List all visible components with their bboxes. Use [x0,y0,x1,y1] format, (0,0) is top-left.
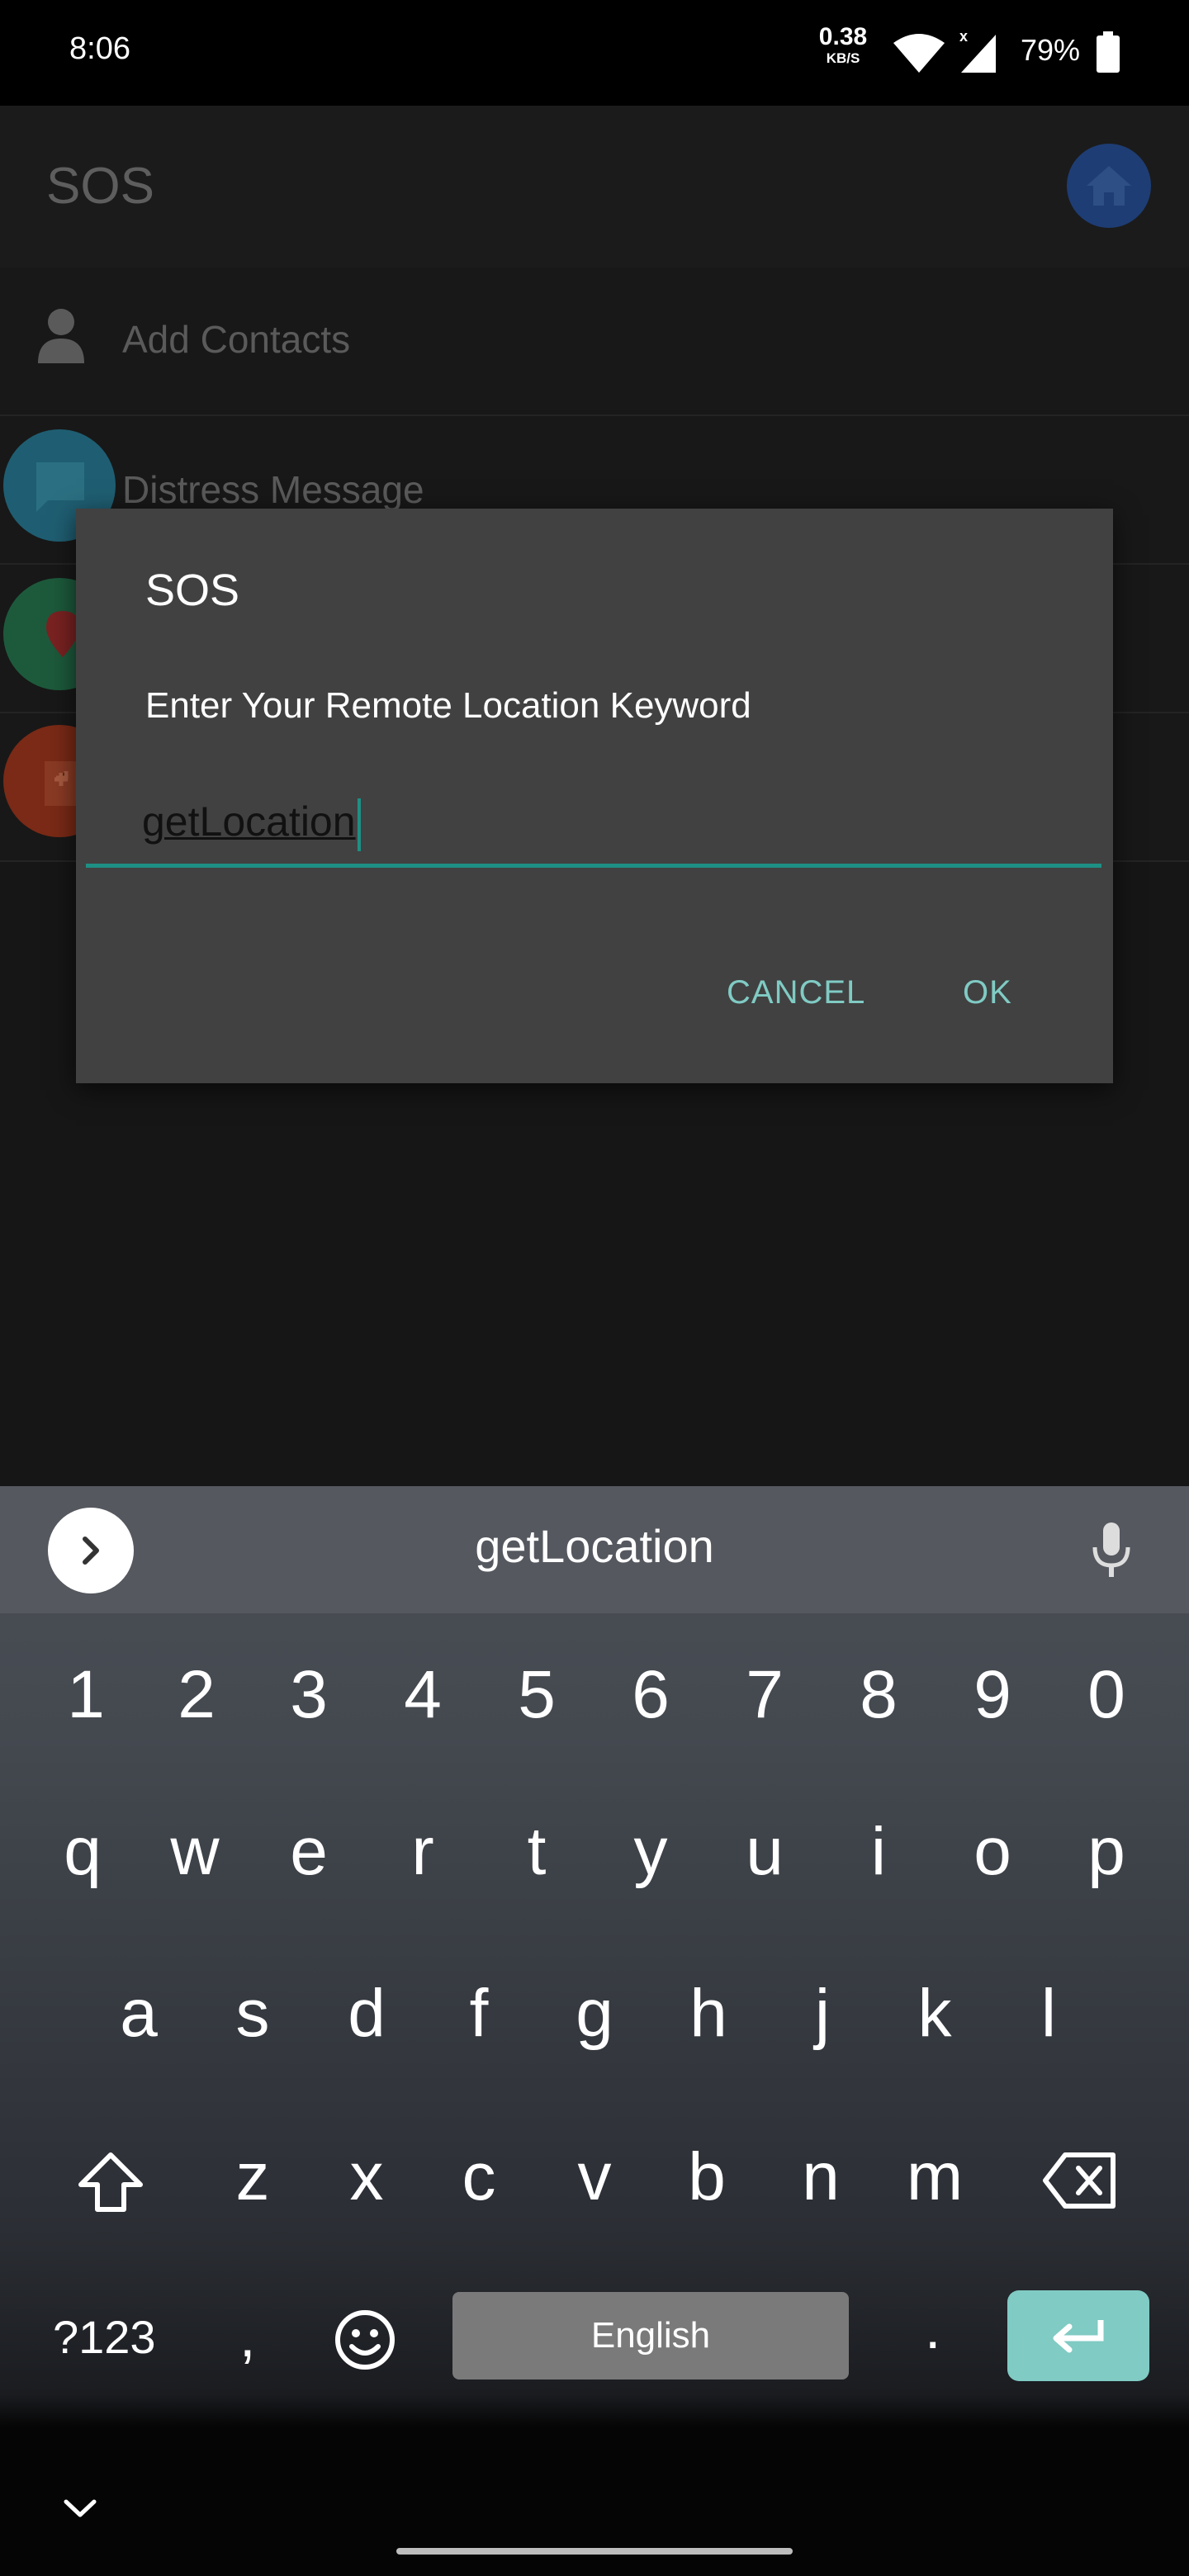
key-5[interactable]: 5 [487,1656,586,1734]
list-item-label: Distress Message [122,468,424,511]
dialog-message: Enter Your Remote Location Keyword [145,685,751,726]
key-d[interactable]: d [317,1975,416,2053]
key-r[interactable]: r [373,1813,472,1891]
key-4[interactable]: 4 [373,1656,472,1734]
backspace-icon[interactable] [1042,2152,1116,2209]
svg-text:x: x [959,30,968,45]
period-key[interactable]: . [925,2295,940,2361]
keyword-input-text: getLocation [142,798,356,845]
key-l[interactable]: l [999,1975,1098,2053]
key-v[interactable]: v [545,2138,644,2216]
signal-icon: x [959,30,996,73]
key-3[interactable]: 3 [259,1656,358,1734]
key-e[interactable]: e [259,1813,358,1891]
chevron-down-icon[interactable] [61,2495,99,2520]
app-title: SOS [46,158,154,215]
symbols-key[interactable]: ?123 [53,2310,156,2364]
status-bar [0,0,1189,106]
key-t[interactable]: t [487,1813,586,1891]
enter-key[interactable] [1007,2290,1149,2381]
comma-key[interactable]: , [239,2304,255,2370]
status-time: 8:06 [69,31,130,66]
home-indicator[interactable] [396,2548,793,2555]
network-speed-unit: KB/S [826,50,860,66]
keyword-input[interactable]: getLocation [86,784,1101,868]
home-button[interactable] [1067,144,1151,228]
key-q[interactable]: q [33,1813,132,1891]
dialog-title: SOS [145,566,240,615]
key-o[interactable]: o [943,1813,1042,1891]
enter-icon [1053,2320,1104,2353]
space-key[interactable]: English [452,2292,849,2379]
key-0[interactable]: 0 [1057,1656,1156,1734]
suggestion-word[interactable]: getLocation [0,1519,1189,1573]
key-b[interactable]: b [657,2138,756,2216]
ok-button[interactable]: OK [963,974,1012,1011]
key-x[interactable]: x [317,2138,416,2216]
key-m[interactable]: m [885,2138,984,2216]
key-6[interactable]: 6 [601,1656,700,1734]
key-a[interactable]: a [89,1975,188,2053]
key-y[interactable]: y [601,1813,700,1891]
key-z[interactable]: z [203,2138,302,2216]
network-speed: 0.38 KB/S [814,23,872,66]
text-cursor [357,798,361,851]
key-2[interactable]: 2 [147,1656,246,1734]
list-item-label: Add Contacts [122,318,351,361]
shift-icon[interactable] [76,2150,145,2214]
wifi-icon [893,34,945,73]
key-8[interactable]: 8 [829,1656,928,1734]
key-w[interactable]: w [145,1813,244,1891]
key-g[interactable]: g [545,1975,644,2053]
key-f[interactable]: f [429,1975,528,2053]
network-speed-value: 0.38 [818,23,868,50]
key-n[interactable]: n [771,2138,870,2216]
battery-percent: 79% [1021,33,1081,67]
emoji-icon[interactable] [334,2308,396,2371]
key-7[interactable]: 7 [715,1656,814,1734]
navigation-bar [0,2444,1189,2576]
key-h[interactable]: h [659,1975,758,2053]
app-toolbar [0,106,1189,268]
microphone-icon[interactable] [1090,1521,1133,1580]
key-9[interactable]: 9 [943,1656,1042,1734]
cancel-button[interactable]: CANCEL [727,974,865,1011]
battery-icon [1097,31,1120,73]
key-1[interactable]: 1 [36,1656,135,1734]
key-c[interactable]: c [429,2138,528,2216]
person-icon [38,309,84,363]
keyword-input-value: getLocation [142,798,361,851]
key-u[interactable]: u [715,1813,814,1891]
key-j[interactable]: j [773,1975,872,2053]
key-i[interactable]: i [829,1813,928,1891]
key-p[interactable]: p [1057,1813,1156,1891]
key-s[interactable]: s [203,1975,302,2053]
home-icon [1087,166,1131,206]
key-k[interactable]: k [885,1975,984,2053]
